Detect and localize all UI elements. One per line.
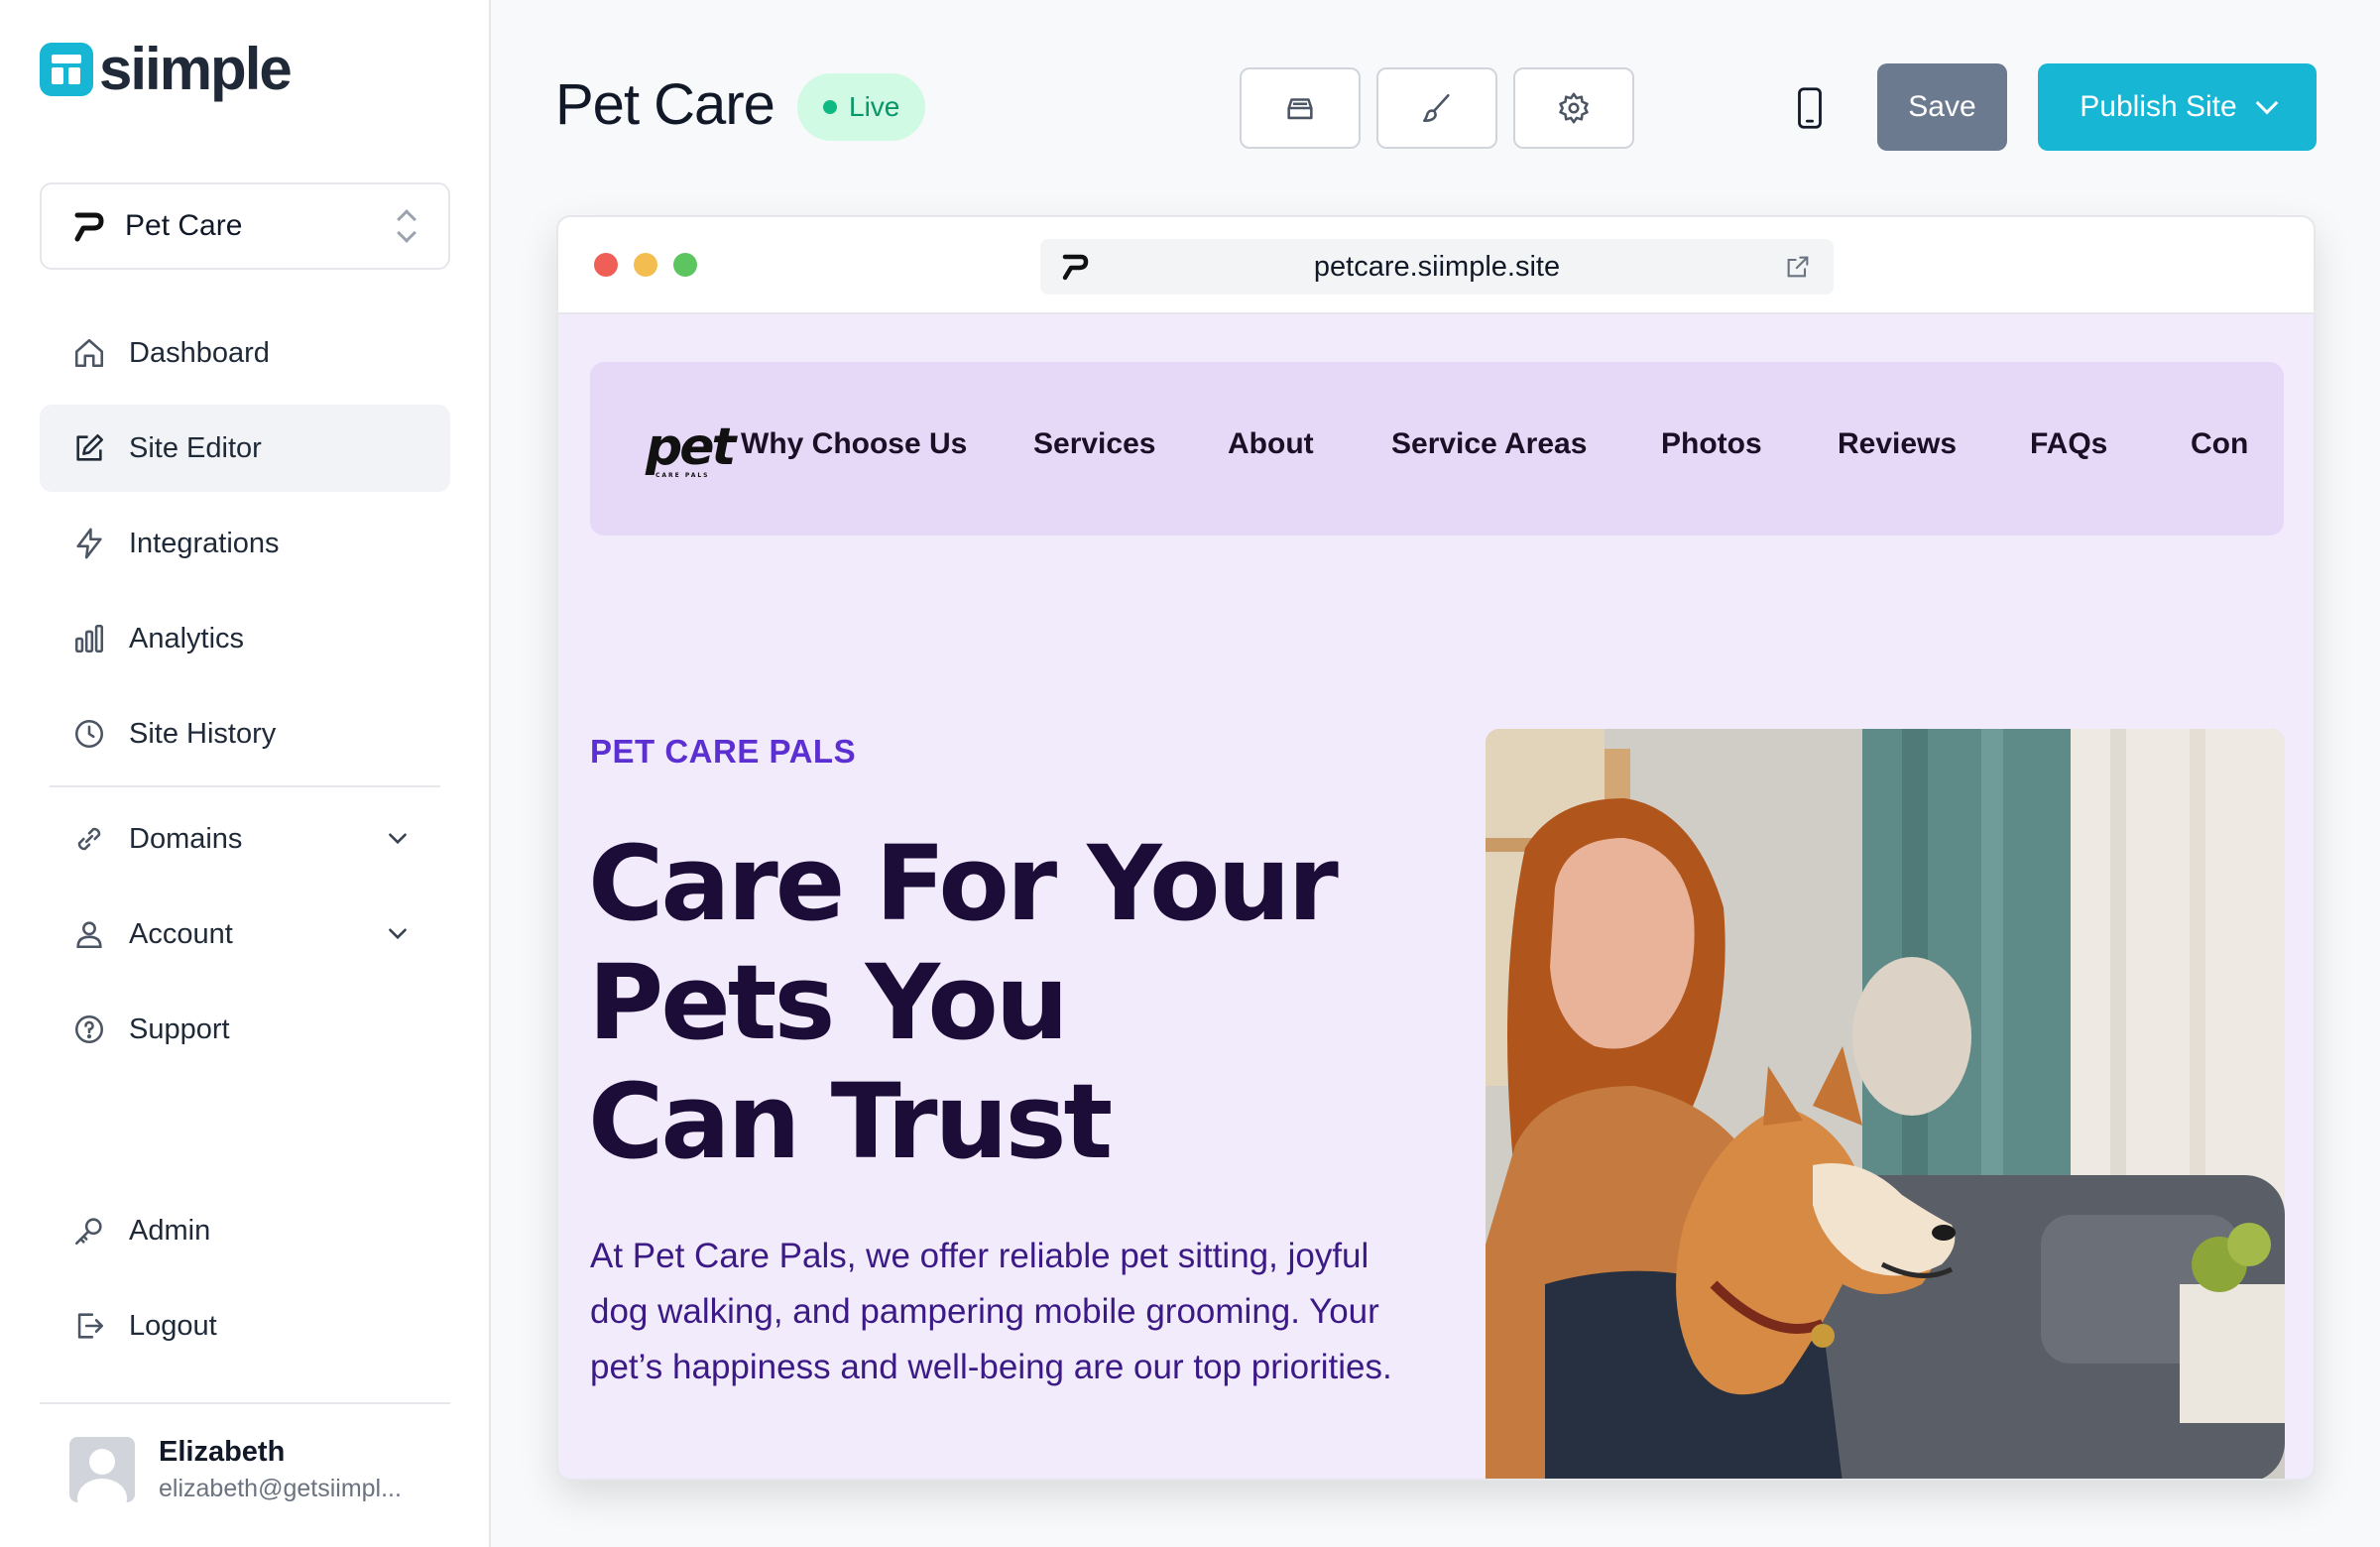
publish-site-button[interactable]: Publish Site: [2038, 63, 2317, 151]
user-email: elizabeth@getsiimpl...: [159, 1475, 402, 1502]
window-close-dot[interactable]: [594, 253, 618, 277]
layers-button[interactable]: [1240, 67, 1361, 149]
sidebar-item-label: Account: [129, 917, 233, 950]
status-badge: Live: [797, 73, 926, 141]
site-nav-faqs[interactable]: FAQs: [2030, 427, 2107, 461]
sidebar-item-label: Site History: [129, 717, 277, 750]
user-name: Elizabeth: [159, 1436, 286, 1468]
sidebar-item-label: Site Editor: [129, 431, 262, 464]
site-nav-services[interactable]: Services: [1033, 427, 1155, 461]
design-button[interactable]: [1376, 67, 1497, 149]
browser-chrome: petcare.siimple.site: [558, 217, 2314, 314]
hero-title-line: Pets You: [588, 942, 1069, 1063]
brush-icon: [1422, 93, 1450, 123]
logout-icon: [71, 1308, 107, 1344]
mobile-icon: [1798, 87, 1822, 129]
help-icon: [71, 1012, 107, 1047]
hero-title-line: Can Trust: [588, 1061, 1113, 1182]
hero-image: [1486, 729, 2285, 1479]
avatar: [69, 1437, 135, 1502]
site-nav-service-areas[interactable]: Service Areas: [1391, 427, 1587, 461]
site-logo-subtext: CARE PALS: [655, 472, 710, 479]
sidebar-item-label: Dashboard: [129, 336, 270, 369]
sidebar-item-label: Logout: [129, 1309, 217, 1342]
clock-icon: [71, 716, 107, 752]
publish-label: Publish Site: [2080, 90, 2237, 123]
external-link-icon[interactable]: [1784, 253, 1812, 281]
window-maximize-dot[interactable]: [673, 253, 697, 277]
user-icon: [71, 916, 107, 952]
mobile-preview-button[interactable]: [1785, 83, 1835, 133]
link-icon: [71, 821, 107, 857]
site-preview: petcare.siimple.site pet CARE PALS Why C…: [556, 215, 2316, 1481]
sidebar-item-dashboard[interactable]: Dashboard: [40, 309, 450, 397]
site-navigation: pet CARE PALS Why Choose Us Services Abo…: [590, 362, 2284, 536]
site-nav-reviews[interactable]: Reviews: [1838, 427, 1957, 461]
hero-photo-illustration: [1486, 729, 2285, 1479]
bolt-icon: [71, 526, 107, 561]
site-nav-photos[interactable]: Photos: [1661, 427, 1762, 461]
url-bar[interactable]: petcare.siimple.site: [1040, 239, 1834, 295]
hero-eyebrow: PET CARE PALS: [590, 733, 857, 770]
window-minimize-dot[interactable]: [634, 253, 657, 277]
sidebar-item-logout[interactable]: Logout: [40, 1282, 450, 1369]
hero-title-line: Care For Your: [588, 823, 1339, 944]
site-selector-value: Pet Care: [125, 209, 243, 242]
hero-description: At Pet Care Pals, we offer reliable pet …: [590, 1237, 1392, 1386]
site-nav-about[interactable]: About: [1228, 427, 1314, 461]
sidebar-item-integrations[interactable]: Integrations: [40, 500, 450, 587]
sidebar-item-label: Support: [129, 1012, 230, 1045]
chevron-down-icon: [2255, 91, 2279, 115]
sidebar-item-analytics[interactable]: Analytics: [40, 595, 450, 682]
sidebar-item-label: Integrations: [129, 527, 280, 559]
home-icon: [71, 335, 107, 371]
sidebar-item-site-editor[interactable]: Site Editor: [40, 405, 450, 492]
page-title: Pet Care: [555, 72, 775, 137]
site-favicon-icon: [1062, 254, 1089, 281]
url-text: petcare.siimple.site: [1313, 250, 1561, 283]
hero-title: Care For Your Pets You Can Trust: [588, 824, 1441, 1181]
user-profile[interactable]: Elizabeth elizabeth@getsiimpl...: [69, 1436, 402, 1503]
sidebar-item-domains[interactable]: Domains: [40, 795, 450, 883]
app-name: siimple: [99, 36, 293, 102]
save-button[interactable]: Save: [1877, 63, 2007, 151]
chevron-down-icon[interactable]: [385, 920, 411, 946]
status-dot: [823, 100, 837, 114]
site-brand-icon: [74, 212, 104, 242]
sidebar-divider: [40, 1402, 450, 1404]
chevron-down-icon[interactable]: [385, 825, 411, 851]
site-selector[interactable]: Pet Care: [40, 182, 450, 270]
sidebar-item-label: Domains: [129, 822, 243, 855]
sidebar-divider: [50, 785, 440, 787]
sidebar-item-label: Admin: [129, 1214, 211, 1247]
layers-icon: [1287, 98, 1313, 120]
logo-icon: [40, 43, 93, 96]
site-nav-contact[interactable]: Con: [2191, 427, 2248, 461]
sidebar-item-label: Analytics: [129, 622, 245, 654]
site-nav-why-choose-us[interactable]: Why Choose Us: [741, 427, 967, 461]
status-label: Live: [849, 91, 900, 122]
sidebar-item-admin[interactable]: Admin: [40, 1187, 450, 1274]
sidebar-item-site-history[interactable]: Site History: [40, 690, 450, 777]
edit-icon: [71, 430, 107, 466]
sidebar-item-support[interactable]: Support: [40, 986, 450, 1073]
app-logo[interactable]: siimple: [40, 36, 293, 102]
updown-icon: [395, 206, 418, 246]
sidebar: siimple Pet Care Dashboard Site Editor I…: [0, 0, 491, 1547]
settings-icon: [1559, 92, 1589, 124]
site-logo[interactable]: pet CARE PALS: [646, 421, 736, 479]
bar-chart-icon: [71, 621, 107, 656]
key-icon: [71, 1213, 107, 1249]
settings-button[interactable]: [1513, 67, 1634, 149]
sidebar-item-account[interactable]: Account: [40, 891, 450, 978]
